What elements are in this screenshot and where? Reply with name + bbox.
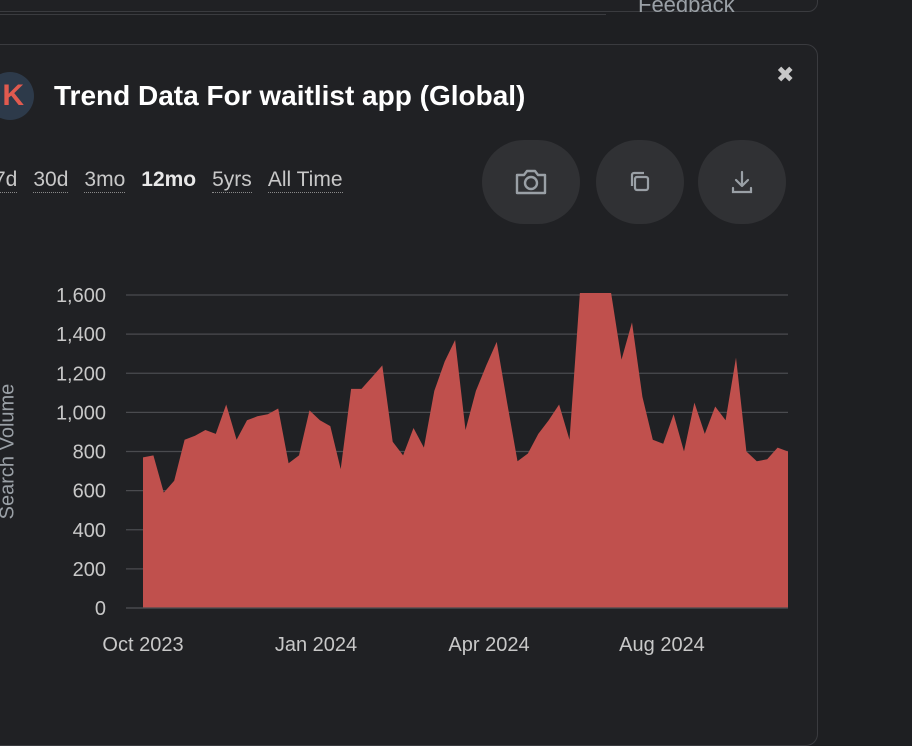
y-tick-label: 1,600 (56, 285, 106, 307)
copy-icon (630, 171, 650, 192)
y-tick-label: 0 (95, 598, 106, 620)
camera-icon (515, 169, 547, 195)
range-5yrs[interactable]: 5yrs (212, 168, 252, 193)
feedback-link[interactable]: Feedback (610, 0, 790, 30)
background-divider (0, 14, 606, 15)
range-7d[interactable]: 7d (0, 168, 18, 193)
y-tick-label: 800 (73, 442, 106, 464)
avatar-letter: K (2, 79, 24, 112)
range-selector: 7d 30d 3mo 12mo 5yrs All Time (0, 168, 343, 193)
x-tick-label: Apr 2024 (448, 634, 529, 656)
y-tick-label: 600 (73, 481, 106, 503)
feedback-label: Feedback (638, 0, 735, 17)
range-3mo[interactable]: 3mo (84, 168, 126, 193)
screenshot-button[interactable] (482, 140, 580, 224)
trend-chart: 0 200 400 600 800 1,000 1,200 1,400 1,600 Oct 202… (56, 285, 788, 656)
x-tick-label: Jan 2024 (275, 634, 357, 656)
download-icon (731, 170, 753, 194)
y-tick-label: 400 (73, 520, 106, 542)
y-tick-label: 1,400 (56, 324, 106, 346)
copy-button[interactable] (596, 140, 684, 224)
y-tick-label: 1,000 (56, 402, 106, 424)
y-tick-label: 200 (73, 559, 106, 581)
range-30d[interactable]: 30d (33, 168, 69, 193)
y-tick-label: 1,200 (56, 363, 106, 385)
x-tick-label: Aug 2024 (619, 634, 705, 656)
download-button[interactable] (698, 140, 786, 224)
close-icon[interactable]: ✖ (776, 62, 794, 88)
page-title: Trend Data For waitlist app (Global) (54, 80, 526, 111)
x-tick-label: Oct 2023 (102, 634, 183, 656)
search-volume-area (143, 293, 788, 608)
range-all-time[interactable]: All Time (267, 168, 343, 193)
range-12mo[interactable]: 12mo (141, 168, 196, 192)
